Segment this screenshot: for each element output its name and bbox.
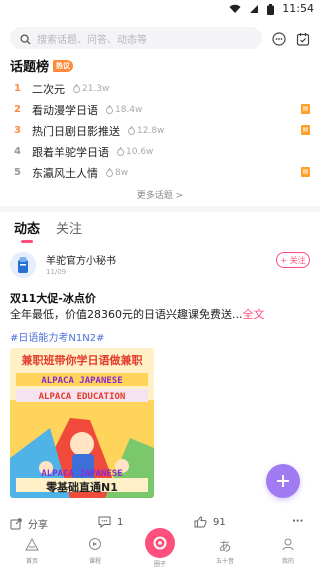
- like-count: 91: [213, 516, 226, 528]
- topic-item[interactable]: 2 看动漫学日语 18.4w ▤: [10, 99, 310, 120]
- post-date: 11/09: [46, 268, 67, 276]
- flame-icon: [128, 126, 135, 135]
- topic-item[interactable]: 3 热门日剧日影推送 12.8w ▤: [10, 120, 310, 141]
- status-time: 11:54: [282, 2, 314, 15]
- flame-icon: [73, 84, 80, 93]
- flame-icon: [106, 168, 113, 177]
- read-more-link[interactable]: 全文: [242, 308, 264, 321]
- profile-icon: [282, 538, 294, 551]
- topic-name: 热门日剧日影推送: [32, 124, 120, 138]
- nav-home[interactable]: 首页: [12, 536, 52, 565]
- image-line-2: ALPACA JAPANESE: [41, 376, 122, 386]
- search-input[interactable]: 搜索话题、问答、动态等: [10, 27, 262, 49]
- home-icon: [25, 537, 39, 551]
- topic-list: 1 二次元 21.3w 2 看动漫学日语 18.4w ▤ 3 热门日剧日影推送 …: [10, 78, 310, 183]
- topic-heat: 8w: [106, 168, 128, 178]
- post-header: 羊驼官方小秘书 11/09 + 关注: [10, 248, 310, 282]
- topic-name: 看动漫学日语: [32, 103, 98, 117]
- circle-icon: [153, 536, 167, 550]
- image-line-4: ALPACA JAPANESE: [41, 469, 122, 479]
- tab-feed[interactable]: 动态: [14, 218, 40, 243]
- plus-icon: [277, 475, 289, 487]
- flame-icon: [106, 105, 113, 114]
- nav-courses[interactable]: 课程: [75, 536, 115, 565]
- signal-icon: [249, 2, 259, 15]
- topic-heat: 21.3w: [73, 84, 109, 94]
- post-author[interactable]: 羊驼官方小秘书: [46, 252, 116, 267]
- topic-name: 二次元: [32, 82, 65, 96]
- like-button[interactable]: 91: [194, 516, 226, 528]
- hot-topics-header: 话题榜 热议: [10, 56, 74, 75]
- topic-heat: 18.4w: [106, 105, 142, 115]
- post-hashtag[interactable]: #日语能力考N1N2#: [10, 329, 104, 344]
- nav-courses-label: 课程: [88, 558, 101, 565]
- hot-badge: 热议: [53, 59, 74, 72]
- topic-rank: 5: [14, 167, 21, 178]
- topic-tag-icon: ▤: [301, 167, 310, 177]
- flame-icon: [117, 147, 124, 156]
- hot-topics-title: 话题榜: [10, 60, 50, 75]
- nav-profile-label: 我的: [281, 558, 294, 565]
- comment-button[interactable]: 1: [98, 516, 123, 528]
- nav-home-label: 首页: [25, 558, 38, 565]
- topic-item[interactable]: 4 跟着羊驼学日语 10.6w: [10, 141, 310, 162]
- topic-heat: 12.8w: [128, 126, 164, 136]
- avatar[interactable]: [10, 252, 36, 278]
- more-options-button[interactable]: ···: [292, 516, 303, 527]
- nav-kana[interactable]: あ 五十音: [205, 536, 245, 566]
- nav-circle-label: 圈子: [153, 561, 166, 568]
- topic-rank: 3: [14, 125, 21, 136]
- add-post-button[interactable]: [266, 464, 300, 498]
- battery-icon: [267, 2, 275, 15]
- tab-following[interactable]: 关注: [56, 218, 82, 237]
- post-title: 双11大促-冰点价: [10, 292, 96, 305]
- thumbs-up-icon: [194, 516, 207, 528]
- share-button[interactable]: 分享: [10, 516, 48, 531]
- nav-kana-label: 五十音: [215, 558, 234, 565]
- comment-icon: [98, 516, 111, 528]
- topic-tag-icon: ▤: [301, 125, 310, 135]
- nav-profile[interactable]: 我的: [268, 536, 308, 565]
- checkin-icon[interactable]: [296, 28, 310, 47]
- share-icon: [10, 518, 22, 529]
- status-bar: 11:54: [0, 0, 320, 18]
- topic-name: 跟着羊驼学日语: [32, 145, 109, 159]
- image-line-3: ALPACA EDUCATION: [39, 392, 126, 402]
- bottom-nav: 首页 课程 圈子 あ 五十音 我的: [0, 528, 320, 568]
- post-body: 全年最低，价值28360元的日语兴趣课免费送...全文: [10, 306, 310, 322]
- search-placeholder: 搜索话题、问答、动态等: [37, 34, 147, 46]
- topic-rank: 4: [14, 146, 21, 157]
- courses-icon: [89, 538, 101, 550]
- topic-heat: 10.6w: [117, 147, 153, 157]
- post-image[interactable]: 兼职班带你学日语做兼职 ALPACA JAPANESE ALPACA EDUCA…: [10, 348, 154, 498]
- search-icon: [20, 29, 31, 48]
- more-topics-link[interactable]: 更多话题 >: [0, 188, 320, 201]
- topic-rank: 2: [14, 104, 21, 115]
- topic-tag-icon: ▤: [301, 104, 310, 114]
- section-divider: [0, 206, 320, 212]
- topic-item[interactable]: 5 东瀛风土人情 8w ▤: [10, 162, 310, 183]
- message-icon[interactable]: [272, 28, 286, 47]
- topic-rank: 1: [14, 83, 21, 94]
- post-body-text: 全年最低，价值28360元的日语兴趣课免费送...: [10, 308, 243, 321]
- kana-icon: あ: [218, 540, 232, 555]
- follow-button[interactable]: + 关注: [276, 252, 310, 268]
- nav-circle[interactable]: [145, 528, 175, 558]
- image-line-1: 兼职班带你学日语做兼职: [22, 353, 143, 367]
- comment-count: 1: [117, 516, 124, 528]
- search-row: 搜索话题、问答、动态等: [10, 26, 310, 50]
- topic-name: 东瀛风土人情: [32, 166, 98, 180]
- topic-item[interactable]: 1 二次元 21.3w: [10, 78, 310, 99]
- share-label: 分享: [28, 520, 48, 531]
- image-line-5: 零基础直通N1: [45, 480, 118, 494]
- wifi-icon: [229, 2, 241, 15]
- feed-tabs: 动态 关注: [14, 218, 82, 243]
